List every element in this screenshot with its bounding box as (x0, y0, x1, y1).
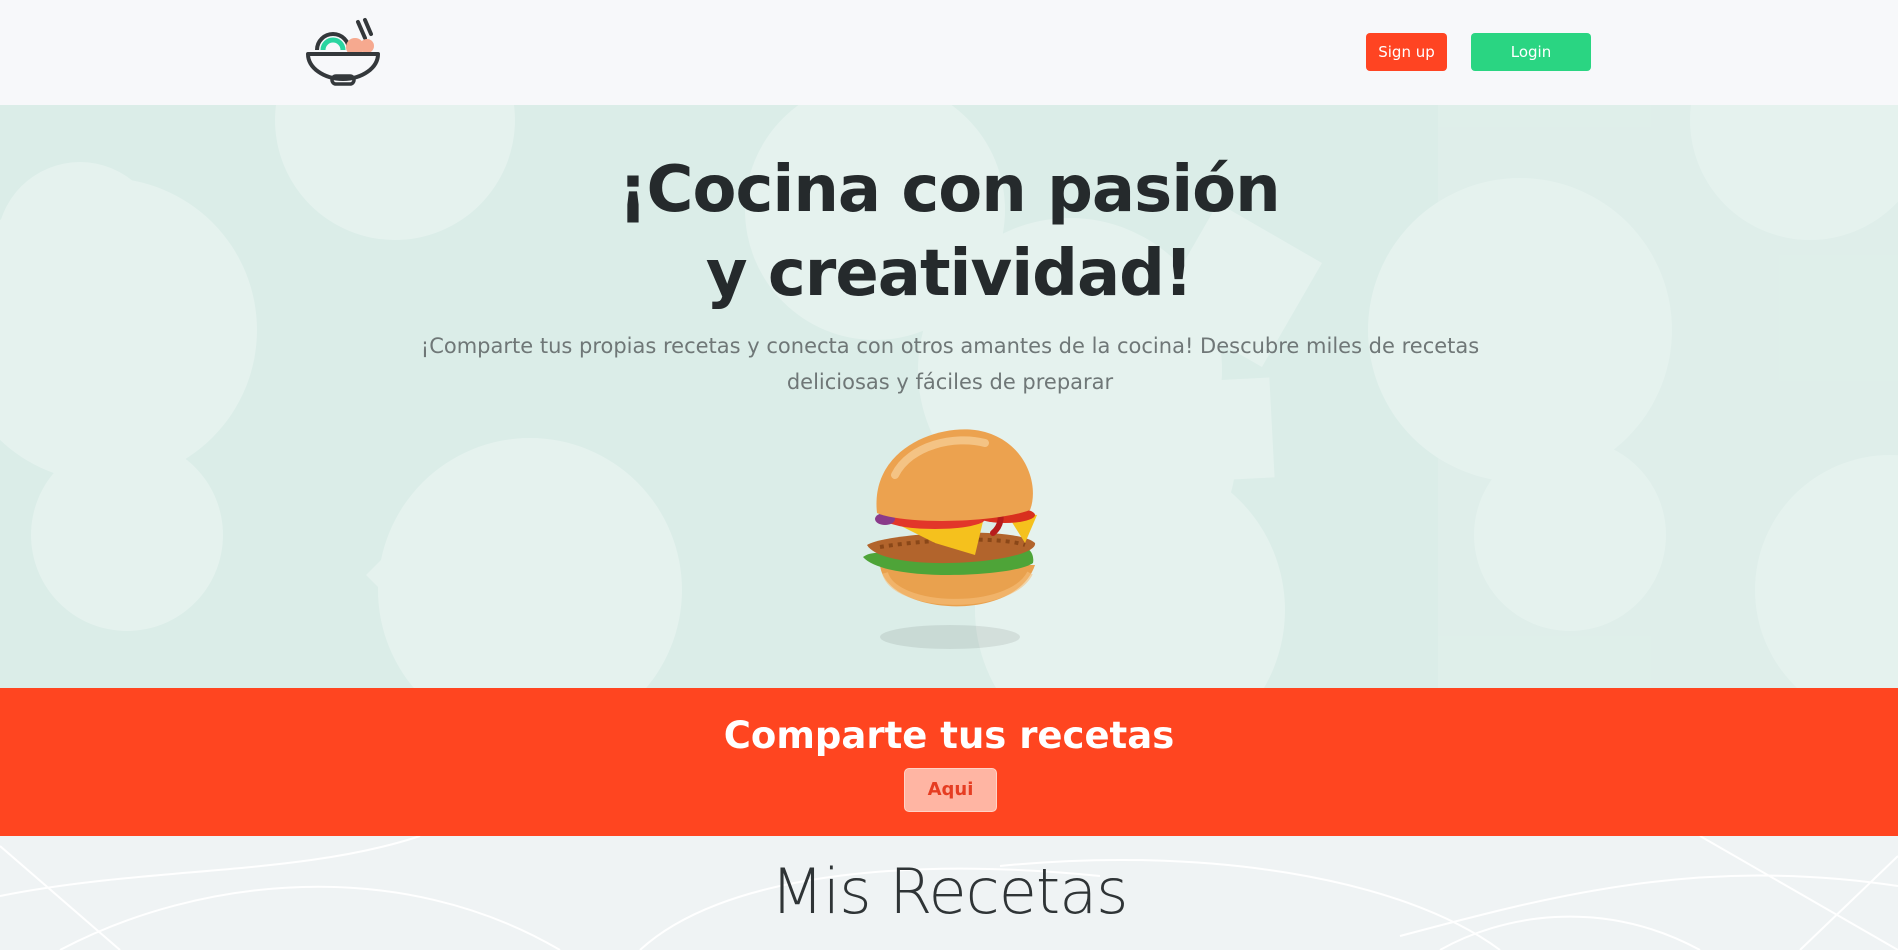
share-recipes-banner: Comparte tus recetas Aqui (0, 688, 1898, 836)
my-recipes-title: Mis Recetas (770, 855, 1128, 928)
signup-button[interactable]: Sign up (1366, 33, 1447, 71)
my-recipes-section: Mis Recetas (0, 836, 1898, 950)
hero-title-line-2: y creatividad! (705, 237, 1193, 311)
share-here-button[interactable]: Aqui (904, 768, 997, 812)
hero-title: ¡Cocina con pasión y creatividad! (0, 148, 1898, 316)
top-navbar: Sign up Login (0, 0, 1898, 105)
bowl-logo-icon[interactable] (303, 16, 383, 88)
share-recipes-title: Comparte tus recetas (723, 714, 1175, 757)
hero-section: ¡Cocina con pasión y creatividad! ¡Compa… (0, 105, 1898, 688)
burger-icon (825, 415, 1075, 665)
hero-subtitle: ¡Comparte tus propias recetas y conecta … (420, 334, 1480, 394)
hero-title-line-1: ¡Cocina con pasión (618, 153, 1280, 227)
login-button[interactable]: Login (1471, 33, 1591, 71)
